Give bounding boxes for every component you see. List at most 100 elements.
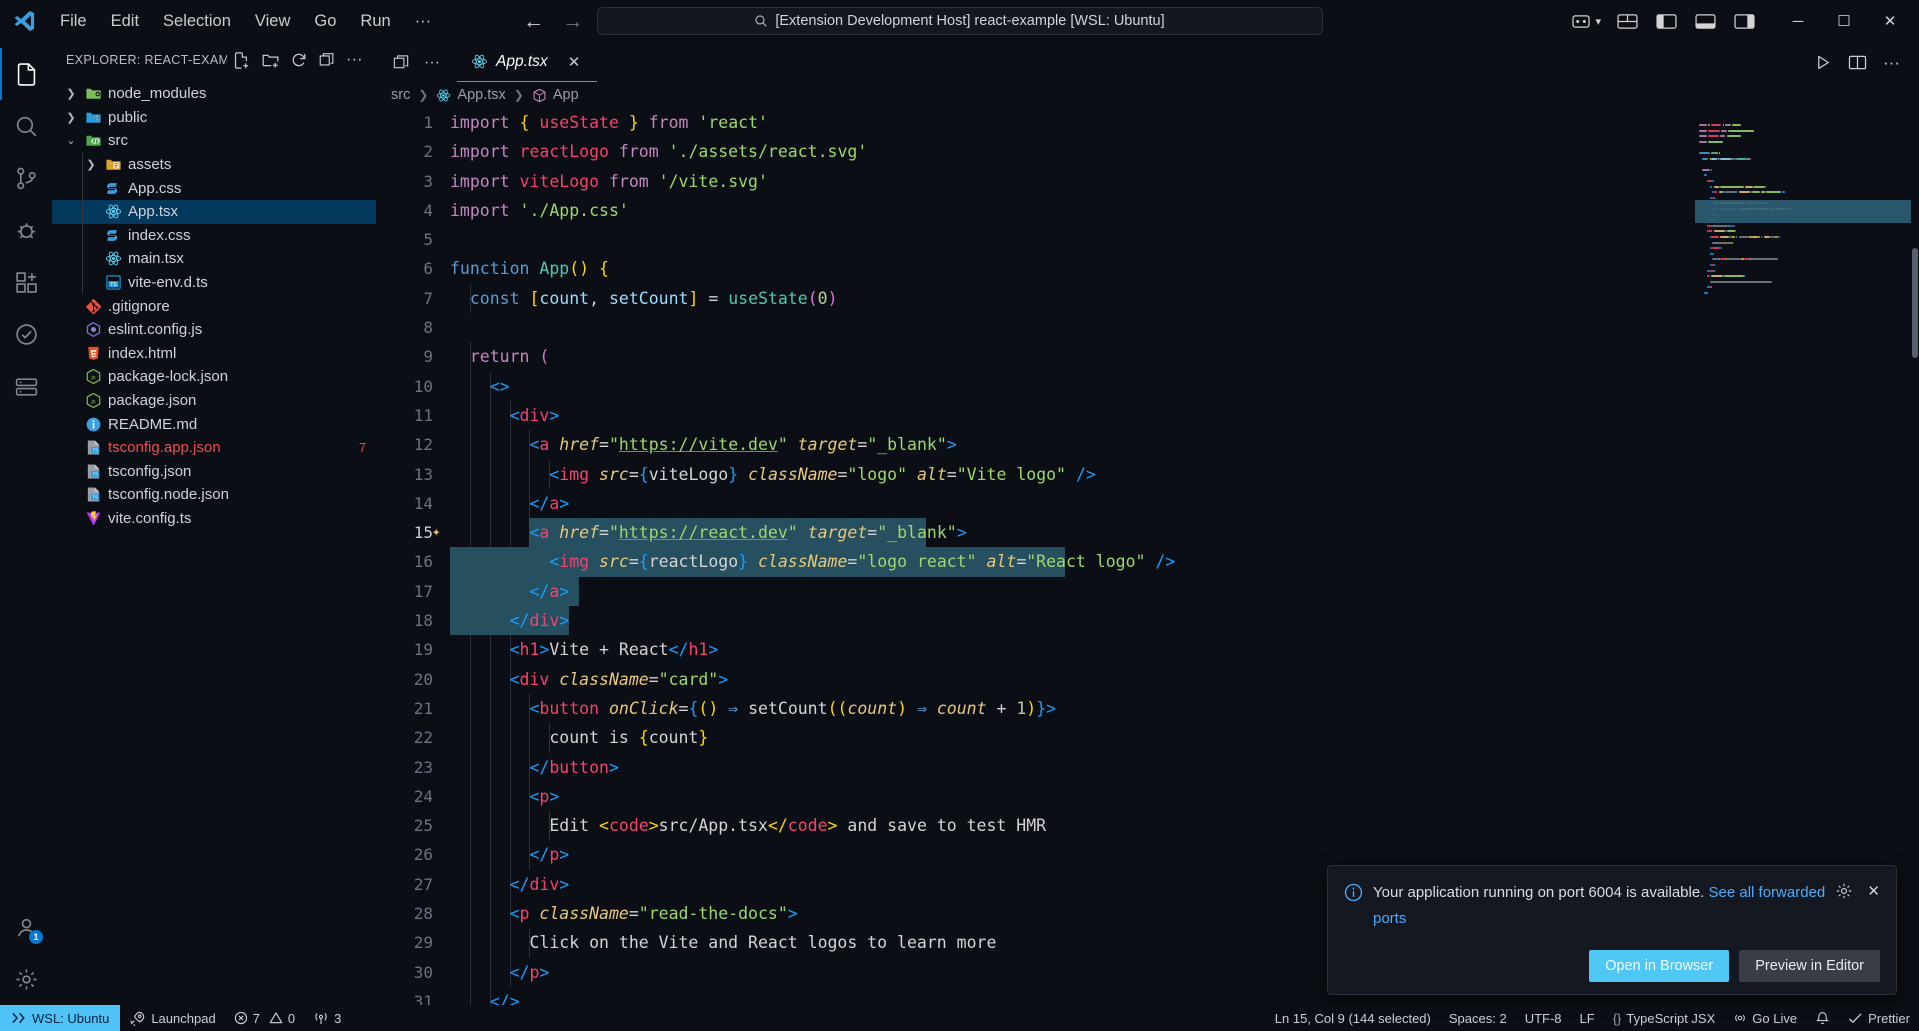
tree-item-eslint-config-js[interactable]: eslint.config.js [52, 318, 376, 342]
tree-item-tsconfig-app-json[interactable]: TS tsconfig.app.json 7 [52, 436, 376, 460]
new-folder-icon[interactable] [256, 47, 285, 74]
toggle-primary-sidebar-icon[interactable] [1650, 8, 1683, 35]
toggle-bottom-panel-icon[interactable] [1689, 8, 1722, 35]
activity-explorer[interactable] [0, 48, 52, 100]
menu-view[interactable]: View [243, 8, 302, 35]
activity-run-and-debug[interactable] [0, 204, 52, 256]
status-ports[interactable]: 3 [304, 1005, 350, 1031]
tree-item-index-html[interactable]: index.html [52, 342, 376, 366]
chevron-right-icon[interactable]: ❯ [84, 158, 98, 171]
status-go-live[interactable]: Go Live [1724, 1005, 1806, 1031]
status-remote-wsl[interactable]: WSL: Ubuntu [0, 1005, 121, 1031]
breadcrumb-app-tsx[interactable]: App.tsx [433, 86, 508, 104]
tree-item-app-tsx[interactable]: App.tsx [52, 199, 376, 224]
tabs-more-actions-icon[interactable]: ··· [419, 52, 445, 73]
activity-accounts[interactable]: 1 [0, 901, 52, 953]
tree-item-public[interactable]: ❯ public [52, 106, 376, 130]
file-tree[interactable]: ❯ node_modules ❯ public ⌄ src ❯ assets App.css Ap… [52, 78, 376, 1005]
preview-in-editor-button[interactable]: Preview in Editor [1739, 950, 1880, 982]
code-line[interactable]: 17 </a> [376, 576, 1695, 607]
menu-edit[interactable]: Edit [99, 8, 151, 35]
new-file-icon[interactable] [227, 47, 256, 74]
code-line[interactable]: 24 <p> [376, 781, 1695, 812]
tree-item-node-modules[interactable]: ❯ node_modules [52, 82, 376, 106]
code-line[interactable]: 20 <div className="card"> [376, 664, 1695, 694]
tree-item-package-json[interactable]: js package.json [52, 389, 376, 413]
code-line[interactable]: 5 [376, 225, 1695, 254]
status-cursor-position[interactable]: Ln 15, Col 9 (144 selected) [1266, 1005, 1440, 1031]
tree-item-tsconfig-json[interactable]: TS tsconfig.json [52, 460, 376, 484]
code-line[interactable]: 3 import viteLogo from '/vite.svg' [376, 167, 1695, 196]
code-line[interactable]: 4 import './App.css' [376, 196, 1695, 225]
status-indentation[interactable]: Spaces: 2 [1440, 1005, 1516, 1031]
tree-item-index-css[interactable]: index.css [52, 223, 376, 248]
code-line[interactable]: 22 count is {count} [376, 723, 1695, 753]
back-arrow-icon[interactable]: ← [523, 11, 544, 32]
toggle-secondary-sidebar-icon[interactable] [1728, 8, 1761, 35]
chevron-right-icon[interactable]: ❯ [64, 87, 78, 100]
breadcrumb-src[interactable]: src [388, 86, 413, 104]
editor-scrollbar[interactable] [1911, 108, 1919, 1005]
tree-item-assets[interactable]: ❯ assets [52, 152, 376, 177]
scrollbar-thumb[interactable] [1912, 248, 1918, 358]
activity-extensions[interactable] [0, 256, 52, 308]
collapse-folders-icon[interactable] [313, 47, 341, 73]
forward-arrow-icon[interactable]: → [562, 11, 583, 32]
minimize-button[interactable]: ─ [1775, 0, 1821, 42]
split-editor-left-icon[interactable] [388, 49, 415, 76]
editor-more-actions-icon[interactable]: ··· [1876, 51, 1907, 74]
chevron-down-icon[interactable]: ⌄ [64, 134, 78, 147]
code-line[interactable]: 10 <> [376, 371, 1695, 401]
code-line[interactable]: 15 ✦ <a href="https://react.dev" target="… [376, 518, 1695, 548]
menu-more[interactable]: ··· [403, 8, 443, 35]
activity-settings[interactable] [0, 953, 52, 1005]
tree-item--gitignore[interactable]: .gitignore [52, 294, 376, 318]
code-line[interactable]: 16 <img src={reactLogo} className="logo … [376, 547, 1695, 577]
quick-fix-lightbulb-icon[interactable]: ✦ [432, 518, 440, 547]
run-code-icon[interactable] [1808, 48, 1839, 77]
menu-run[interactable]: Run [348, 8, 402, 35]
status-launchpad[interactable]: Launchpad [120, 1005, 224, 1031]
split-editor-right-icon[interactable] [1841, 48, 1874, 77]
menu-go[interactable]: Go [302, 8, 348, 35]
code-line[interactable]: 14 </a> [376, 488, 1695, 519]
activity-remote-explorer[interactable] [0, 360, 52, 412]
tree-item-tsconfig-node-json[interactable]: TS tsconfig.node.json [52, 483, 376, 507]
tree-item-app-css[interactable]: App.css [52, 176, 376, 200]
open-in-browser-button[interactable]: Open in Browser [1589, 950, 1730, 982]
command-center-search[interactable]: [Extension Development Host] react-examp… [596, 7, 1323, 35]
toggle-panel-layout-icon[interactable] [1611, 8, 1644, 35]
code-line[interactable]: 19 <h1>Vite + React</h1> [376, 635, 1695, 665]
tree-item-src[interactable]: ⌄ src [52, 129, 376, 153]
tab-close-icon[interactable]: ✕ [564, 51, 585, 73]
code-line[interactable]: 9 return ( [376, 342, 1695, 372]
code-line[interactable]: 1 import { useState } from 'react' [376, 108, 1695, 137]
status-problems[interactable]: 7 0 [225, 1005, 304, 1031]
menu-file[interactable]: File [48, 8, 99, 35]
tree-item-vite-config-ts[interactable]: vite.config.ts [52, 507, 376, 531]
status-prettier[interactable]: Prettier [1839, 1005, 1919, 1031]
code-line[interactable]: 21 <button onClick={() ⇒ setCount((count… [376, 693, 1695, 724]
activity-testing[interactable] [0, 308, 52, 360]
code-line[interactable]: 23 </button> [376, 752, 1695, 782]
code-line[interactable]: 13 <img src={viteLogo} className="logo" … [376, 459, 1695, 489]
code-line[interactable]: 25 Edit <code>src/App.tsx</code> and sav… [376, 811, 1695, 841]
breadcrumb-symbol-app[interactable]: App [529, 86, 582, 104]
tree-item-vite-env-d-ts[interactable]: TS vite-env.d.ts [52, 270, 376, 295]
status-eol[interactable]: LF [1571, 1005, 1604, 1031]
activity-search[interactable] [0, 100, 52, 152]
status-language-mode[interactable]: {} TypeScript JSX [1604, 1005, 1725, 1031]
manage-profiles-button[interactable]: ▾ [1562, 9, 1611, 34]
code-line[interactable]: 6 function App() { [376, 254, 1695, 283]
code-line[interactable]: 18 </div> [376, 606, 1695, 636]
menu-selection[interactable]: Selection [151, 8, 243, 35]
code-line[interactable]: 8 [376, 313, 1695, 342]
maximize-button[interactable]: ☐ [1821, 0, 1867, 42]
tab-app-tsx[interactable]: App.tsx ✕ [456, 42, 597, 82]
status-notifications[interactable] [1806, 1005, 1839, 1031]
notification-close-icon[interactable]: ✕ [1867, 882, 1880, 900]
activity-source-control[interactable] [0, 152, 52, 204]
status-encoding[interactable]: UTF-8 [1516, 1005, 1571, 1031]
code-line[interactable]: 2 import reactLogo from './assets/react.s… [376, 137, 1695, 166]
notification-gear-icon[interactable] [1835, 882, 1853, 900]
